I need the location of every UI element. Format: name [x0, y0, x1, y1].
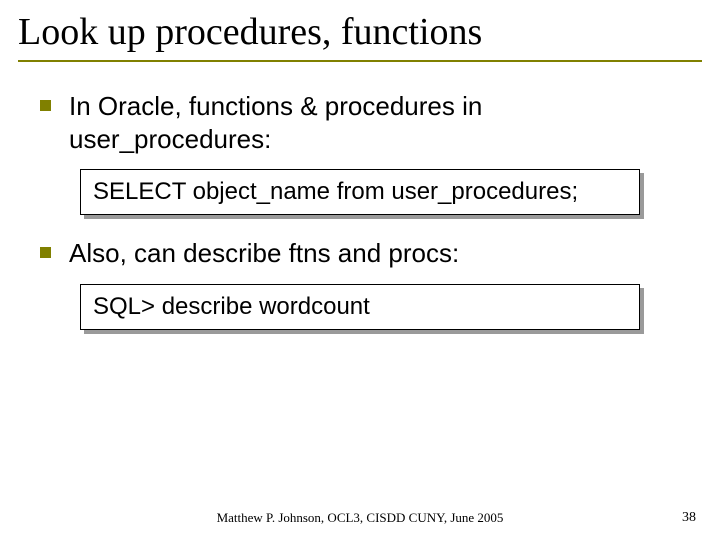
bullet-text: Also, can describe ftns and procs:	[69, 237, 459, 270]
slide: Look up procedures, functions In Oracle,…	[0, 0, 720, 540]
page-number: 38	[682, 510, 696, 526]
bullet-text: In Oracle, functions & procedures in use…	[69, 90, 690, 155]
square-bullet-icon	[40, 247, 51, 258]
title-underline	[18, 60, 702, 62]
bullet-item: Also, can describe ftns and procs:	[40, 237, 690, 270]
footer-text: Matthew P. Johnson, OCL3, CISDD CUNY, Ju…	[0, 510, 720, 526]
content-area: In Oracle, functions & procedures in use…	[40, 90, 690, 352]
slide-title: Look up procedures, functions	[18, 10, 702, 54]
code-box: SQL> describe wordcount	[80, 284, 640, 330]
code-box: SELECT object_name from user_procedures;	[80, 169, 640, 215]
square-bullet-icon	[40, 100, 51, 111]
bullet-item: In Oracle, functions & procedures in use…	[40, 90, 690, 155]
title-area: Look up procedures, functions	[18, 10, 702, 62]
